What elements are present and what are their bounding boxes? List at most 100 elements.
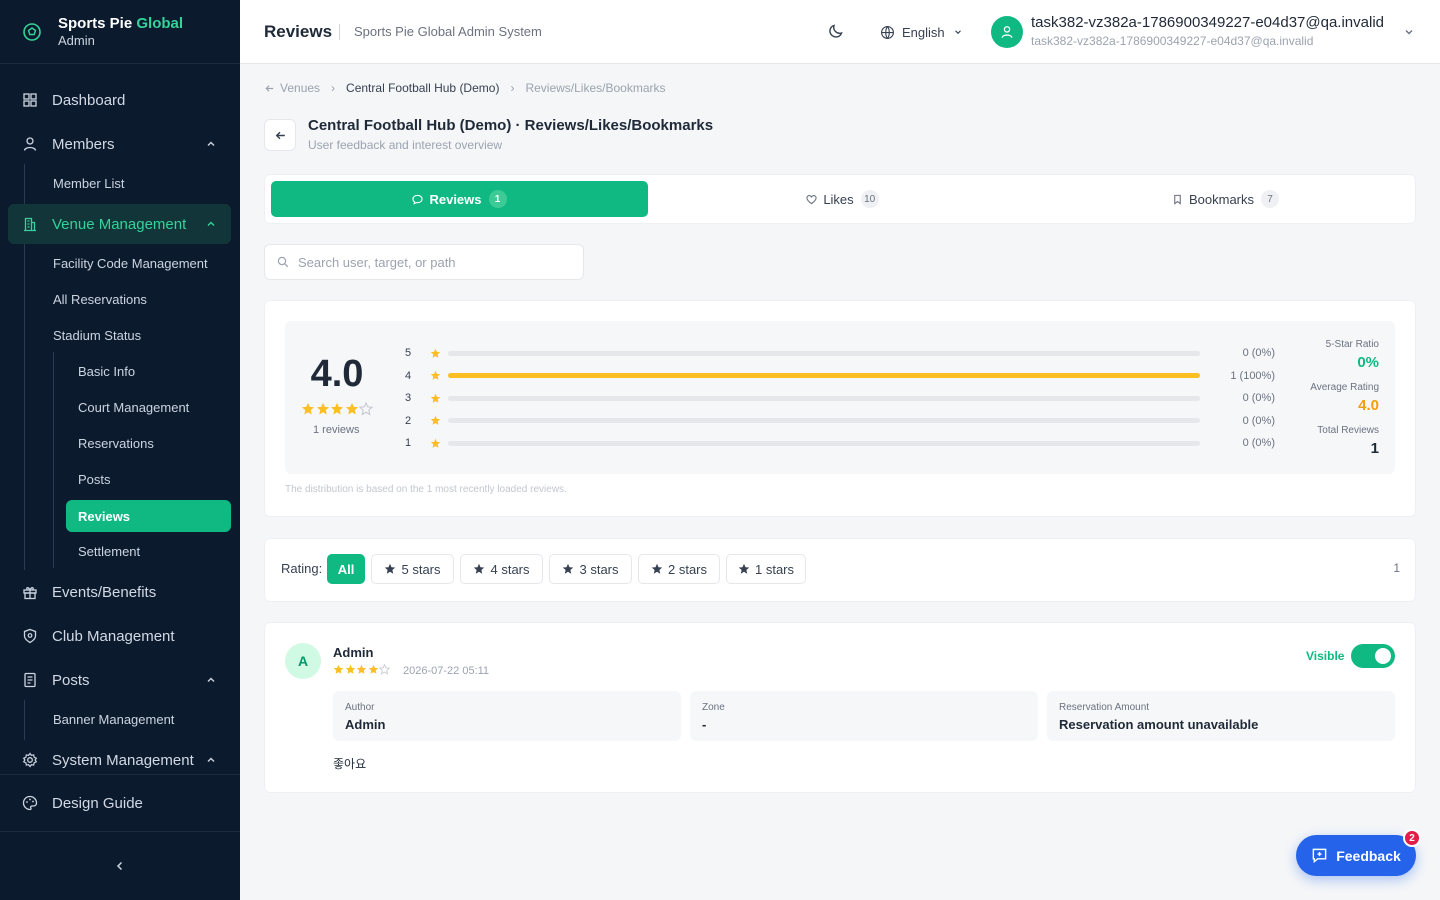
search-icon [277, 256, 289, 268]
sidebar-item-label: Venue Management [52, 215, 187, 233]
feedback-button[interactable]: Feedback [1296, 835, 1416, 876]
info-value: - [702, 717, 707, 732]
language-select[interactable]: English [880, 22, 970, 42]
chip-label: 3 stars [579, 561, 619, 577]
sidebar-item-court-management[interactable]: Court Management [66, 391, 231, 423]
visibility-toggle[interactable] [1351, 644, 1395, 668]
nav-guide-line [24, 700, 25, 740]
user-icon [23, 137, 37, 151]
sidebar-item-label: Dashboard [52, 91, 126, 109]
user-name[interactable]: task382-vz382a-1786900349227-e04d37@qa.i… [1031, 14, 1384, 31]
brand-subtitle: Admin [58, 32, 95, 48]
tab-label: Likes [823, 191, 854, 207]
sidebar-item-reviews[interactable]: Reviews [66, 500, 231, 532]
sidebar-item-facility-code[interactable]: Facility Code Management [53, 247, 208, 279]
sidebar-nav: Dashboard Members Member List Venue Mana… [0, 64, 240, 774]
user-email: task382-vz382a-1786900349227-e04d37@qa.i… [1031, 34, 1314, 48]
star-filled-icon [345, 402, 358, 415]
back-button[interactable] [264, 119, 296, 151]
sidebar-item-events-benefits[interactable]: Events/Benefits [8, 572, 231, 612]
distribution-note: The distribution is based on the 1 most … [285, 484, 567, 495]
breadcrumb-venue[interactable]: Central Football Hub (Demo) [346, 81, 499, 95]
system-name: Sports Pie Global Admin System [354, 24, 542, 39]
search-box [264, 244, 584, 280]
sidebar-item-dashboard[interactable]: Dashboard [8, 80, 231, 120]
sidebar-item-venue-management[interactable]: Venue Management [8, 204, 231, 244]
sidebar-item-member-list[interactable]: Member List [53, 167, 125, 199]
sidebar-item-label: Events/Benefits [52, 583, 157, 601]
average-score: 4.0 [310, 353, 364, 395]
tab-label: Reviews [429, 191, 482, 207]
search-input[interactable] [298, 254, 558, 270]
filter-chip-4-stars[interactable]: 4 stars [460, 554, 543, 584]
tab-reviews[interactable]: Reviews 1 [271, 181, 648, 217]
reviews-count: 1 reviews [313, 424, 360, 436]
review-date: 2026-07-22 05:11 [403, 665, 490, 677]
sidebar-collapse-button[interactable] [0, 831, 240, 900]
breadcrumb-venues[interactable]: Venues [280, 81, 320, 95]
tab-count-badge: 10 [860, 190, 879, 208]
sidebar-item-posts-sub[interactable]: Posts [66, 463, 231, 495]
sidebar-item-design-guide[interactable]: Design Guide [8, 783, 231, 823]
brand[interactable]: Sports Pie Global Admin [0, 0, 240, 64]
feedback-badge: 2 [1403, 829, 1421, 847]
distribution-bar [448, 395, 1200, 401]
review-info-reservation-amount: Reservation Amount Reservation amount un… [1047, 691, 1395, 741]
chevron-up-icon [207, 141, 215, 146]
distribution-bar [448, 350, 1200, 356]
star-filled-icon [316, 402, 329, 415]
filter-chip-all[interactable]: All [327, 554, 365, 584]
star-icon [474, 563, 485, 574]
distribution-star [430, 348, 441, 359]
top-header: Reviews Sports Pie Global Admin System E… [240, 0, 1440, 64]
tab-likes[interactable]: Likes 10 [654, 181, 1031, 217]
review-info-zone: Zone - [690, 691, 1038, 741]
shield-icon [23, 628, 37, 644]
chevron-up-icon [207, 677, 215, 682]
average-rating-value: 4.0 [1358, 397, 1379, 414]
sidebar-item-reservations[interactable]: Reservations [66, 427, 231, 459]
distribution-count: 1 (100%) [1230, 369, 1275, 382]
gift-icon [23, 587, 37, 600]
sidebar-item-label: Design Guide [52, 794, 143, 812]
tab-bookmarks[interactable]: Bookmarks 7 [1037, 181, 1414, 217]
heart-icon [806, 194, 817, 204]
chip-label: 1 stars [754, 561, 794, 577]
sidebar-item-all-reservations[interactable]: All Reservations [53, 283, 147, 315]
theme-toggle-button[interactable] [827, 22, 847, 42]
sidebar-item-posts[interactable]: Posts [8, 660, 231, 700]
filter-chip-5-stars[interactable]: 5 stars [371, 554, 454, 584]
sidebar-item-stadium-status[interactable]: Stadium Status [53, 319, 141, 351]
chip-label: 4 stars [490, 561, 530, 577]
gear-icon [22, 752, 38, 768]
rating-summary-card: 4.0 1 reviews 5 0 (0%) 4 1 (100%) 3 0 (0%) 2 0 … [264, 300, 1416, 517]
star-empty-icon [379, 664, 390, 675]
soccer-ball-icon [23, 22, 41, 41]
main-title: Central Football Hub (Demo) · Reviews/Li… [308, 117, 714, 134]
breadcrumb-separator: › [510, 81, 515, 95]
distribution-star [430, 438, 441, 449]
sidebar-item-settlement[interactable]: Settlement [66, 535, 231, 567]
review-card: A Admin 2026-07-22 05:11 Visible Author … [264, 622, 1416, 793]
star-filled-icon [301, 402, 315, 415]
breadcrumb-current: Reviews/Likes/Bookmarks [525, 81, 666, 95]
chevron-down-icon[interactable] [1403, 26, 1415, 38]
chevron-up-icon [207, 757, 215, 762]
filter-chip-2-stars[interactable]: 2 stars [638, 554, 720, 584]
filter-chip-3-stars[interactable]: 3 stars [549, 554, 632, 584]
sidebar-item-members[interactable]: Members [8, 124, 231, 164]
breadcrumb: Venues › Central Football Hub (Demo) › R… [264, 80, 666, 96]
distribution-star-label: 2 [405, 414, 412, 427]
rating-distribution-row: 1 0 (0%) [405, 435, 1275, 451]
sidebar-item-club-management[interactable]: Club Management [8, 616, 231, 656]
filter-chip-1-stars[interactable]: 1 stars [726, 554, 806, 584]
info-key: Reservation Amount [1059, 702, 1150, 713]
user-avatar[interactable] [991, 16, 1023, 48]
sidebar-item-banner-management[interactable]: Banner Management [53, 703, 174, 735]
sidebar-item-basic-info[interactable]: Basic Info [66, 355, 231, 387]
rating-distribution-row: 4 1 (100%) [405, 368, 1275, 384]
star-filled-icon [430, 415, 441, 425]
distribution-bar [448, 373, 1200, 378]
distribution-count: 0 (0%) [1242, 437, 1275, 449]
sidebar-item-system-management[interactable]: System Management [8, 740, 231, 774]
